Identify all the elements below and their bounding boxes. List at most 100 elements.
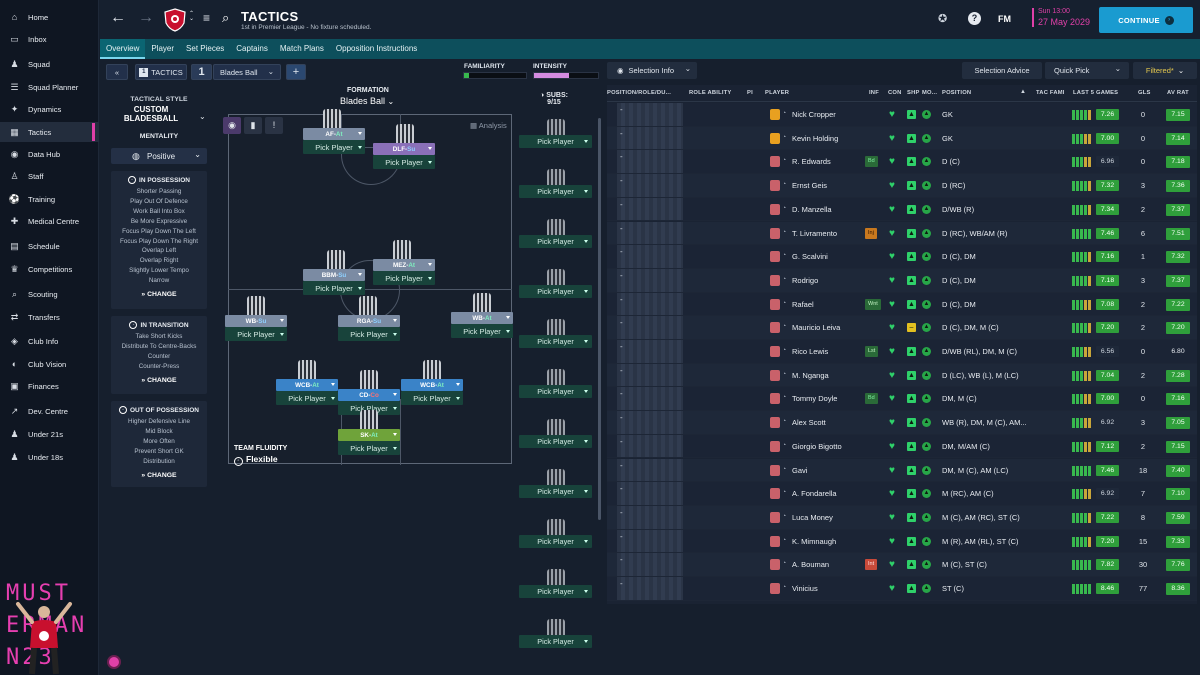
table-row[interactable]: - ◔ D. Manzella ♥ ▲ ▲ D/WB (R) 7.34 2 7.37 [607, 197, 1197, 222]
in-transition-change-button[interactable]: » CHANGE [111, 377, 207, 384]
tactical-style-name[interactable]: CUSTOM BLADESBALL [111, 105, 191, 123]
player-name[interactable]: T. Livramento [792, 229, 837, 238]
player-name[interactable]: R. Edwards [792, 157, 831, 166]
intensity-meter[interactable] [533, 72, 599, 79]
search-icon[interactable]: ⌕ [222, 10, 229, 26]
sub-pick-player-dropdown[interactable]: Pick Player [519, 335, 592, 348]
sidebar-item-dev-centre[interactable]: ↗ Dev. Centre [0, 401, 99, 421]
sidebar-item-under-21s[interactable]: ♟ Under 21s [0, 424, 99, 444]
sub-pick-player-dropdown[interactable]: Pick Player [519, 235, 592, 248]
position-af-0[interactable]: AF - At Pick Player [303, 128, 365, 154]
player-name[interactable]: A. Bouman [792, 560, 829, 569]
pick-player-dropdown[interactable]: Pick Player [303, 281, 365, 295]
sub-pick-player-dropdown[interactable]: Pick Player [519, 185, 592, 198]
position-bbm-2[interactable]: BBM - Su Pick Player [303, 269, 365, 295]
position-role-cell[interactable] [617, 221, 683, 245]
continue-button[interactable]: CONTINUE › [1099, 7, 1193, 33]
selection-advice-button[interactable]: Selection Advice [962, 62, 1042, 79]
sidebar-item-dynamics[interactable]: ✦ Dynamics [0, 99, 99, 119]
player-name[interactable]: D. Manzella [792, 205, 832, 214]
out-of-possession-change-button[interactable]: » CHANGE [111, 472, 207, 479]
table-row[interactable]: - ◔ Rodrigo ♥ ▲ ▲ D (C), DM 7.18 3 7.37 [607, 268, 1197, 293]
column-header-0[interactable]: POSITION/ROLE/DU... [607, 90, 671, 96]
pick-player-dropdown[interactable]: Pick Player [303, 140, 365, 154]
sidebar-item-schedule[interactable]: ▤ Schedule [0, 236, 99, 256]
player-name[interactable]: Rafael [792, 300, 814, 309]
sub-pick-player-dropdown[interactable]: Pick Player [519, 385, 592, 398]
column-header-12[interactable]: AV RAT [1167, 90, 1189, 96]
column-header-8[interactable]: POSITION [942, 90, 971, 96]
table-row[interactable]: - ◔ Rafael Wnt ♥ ▲ ▲ D (C), DM 7.08 2 7.22 [607, 292, 1197, 317]
add-tactic-button[interactable]: + [286, 64, 306, 80]
pick-player-dropdown[interactable]: Pick Player [338, 441, 400, 455]
club-crest-icon[interactable] [164, 8, 186, 32]
column-header-2[interactable]: PI [747, 90, 753, 96]
player-name[interactable]: Mauricio Leiva [792, 323, 840, 332]
position-role-cell[interactable] [617, 363, 683, 387]
player-name[interactable]: Vinicius [792, 584, 818, 593]
out-of-possession-card[interactable]: ◦ OUT OF POSSESSION Higher Defensive Line… [111, 401, 207, 487]
sidebar-item-finances[interactable]: ▣ Finances [0, 376, 99, 396]
tab-player[interactable]: Player [145, 39, 180, 59]
table-row[interactable]: - ◔ G. Scalvini ♥ ▲ ▲ D (C), DM 7.16 1 7.32 [607, 245, 1197, 269]
pick-player-dropdown[interactable]: Pick Player [451, 324, 513, 338]
role-duty-selector[interactable]: WCB - At [401, 379, 463, 391]
notification-badge-icon[interactable] [107, 655, 121, 669]
player-name[interactable]: Ernst Geis [792, 181, 827, 190]
sidebar-item-data-hub[interactable]: ◉ Data Hub [0, 144, 99, 164]
sub-pick-player-dropdown[interactable]: Pick Player [519, 535, 592, 548]
position-role-cell[interactable] [617, 174, 683, 197]
sidebar-item-competitions[interactable]: ♛ Competitions [0, 259, 99, 279]
in-possession-change-button[interactable]: » CHANGE [111, 291, 207, 298]
table-row[interactable]: - ◔ Mauricio Leiva ♥ – ▲ D (C), DM, M (C) 7.20 2… [607, 316, 1197, 340]
position-role-cell[interactable] [617, 529, 683, 553]
table-row[interactable]: - ◔ R. Edwards Bd ♥ ▲ ▲ D (C) 6.96 0 7.18 [607, 150, 1197, 175]
quick-pick-dropdown[interactable]: Quick Pick ⌄ [1045, 62, 1129, 79]
role-duty-selector[interactable]: DLF - Su [373, 143, 435, 155]
table-row[interactable]: - ◔ Gavi ♥ ▲ ▲ DM, M (C), AM (LC) 7.46 18 7.40 [607, 458, 1197, 483]
player-name[interactable]: Kevin Holding [792, 134, 838, 143]
table-row[interactable]: - ◔ K. Mimnaugh ♥ ▲ ▲ M (R), AM (RL), ST (C) 7.… [607, 529, 1197, 554]
player-name[interactable]: K. Mimnaugh [792, 537, 836, 546]
table-row[interactable]: - ◔ Vinicius ♥ ▲ ▲ ST (C) 8.46 77 8.36 [607, 577, 1197, 601]
tab-set-pieces[interactable]: Set Pieces [180, 39, 230, 59]
player-info-badge[interactable]: Lst [865, 346, 879, 357]
role-duty-selector[interactable]: BBM - Su [303, 269, 365, 281]
player-name[interactable]: Alex Scott [792, 418, 826, 427]
team-fluidity-value[interactable]: ◦ Flexible [234, 454, 278, 466]
sidebar-item-club-vision[interactable]: ◐ Club Vision [0, 354, 99, 374]
pick-player-dropdown[interactable]: Pick Player [276, 391, 338, 405]
pick-player-dropdown[interactable]: Pick Player [401, 391, 463, 405]
help-icon[interactable]: ? [968, 12, 981, 25]
position-role-cell[interactable] [617, 458, 683, 482]
role-duty-selector[interactable]: WB - At [451, 312, 513, 324]
role-duty-selector[interactable]: RGA - Su [338, 315, 400, 327]
role-duty-selector[interactable]: SK - At [338, 429, 400, 441]
sidebar-item-inbox[interactable]: ▭ Inbox [0, 29, 99, 49]
pick-player-dropdown[interactable]: Pick Player [225, 327, 287, 341]
collapse-panel-button[interactable]: « [106, 64, 128, 80]
player-info-badge[interactable]: Int [865, 559, 878, 571]
fm-logo[interactable]: FM [998, 14, 1011, 24]
role-duty-selector[interactable]: AF - At [303, 128, 365, 140]
analysis-button[interactable]: ▦ Analysis [470, 121, 507, 130]
chevron-down-icon[interactable]: ⌄ [199, 112, 206, 121]
position-wcb-7[interactable]: WCB - At Pick Player [276, 379, 338, 405]
sidebar-item-staff[interactable]: ♙ Staff [0, 166, 99, 186]
sub-pick-player-dropdown[interactable]: Pick Player [519, 485, 592, 498]
position-sk-10[interactable]: SK - At Pick Player [338, 429, 400, 455]
player-name[interactable]: Rico Lewis [792, 347, 828, 356]
table-row[interactable]: - ◔ Nick Cropper ♥ ▲ ▲ GK 7.26 0 7.15 [607, 103, 1197, 127]
role-duty-selector[interactable]: WCB - At [276, 379, 338, 391]
column-header-3[interactable]: PLAYER [765, 90, 789, 96]
sidebar-item-transfers[interactable]: ⇄ Transfers [0, 307, 99, 327]
position-role-cell[interactable] [617, 434, 683, 458]
column-header-10[interactable]: LAST 5 GAMES [1073, 90, 1118, 96]
sidebar-item-medical-centre[interactable]: ✚ Medical Centre [0, 211, 99, 231]
position-role-cell[interactable] [617, 505, 683, 529]
position-role-cell[interactable] [617, 245, 683, 268]
position-role-cell[interactable] [617, 292, 683, 316]
formation-dropdown[interactable]: Blades Ball ⌄ [340, 96, 394, 106]
position-role-cell[interactable] [617, 316, 683, 339]
column-header-1[interactable]: ROLE ABILITY [689, 90, 731, 96]
